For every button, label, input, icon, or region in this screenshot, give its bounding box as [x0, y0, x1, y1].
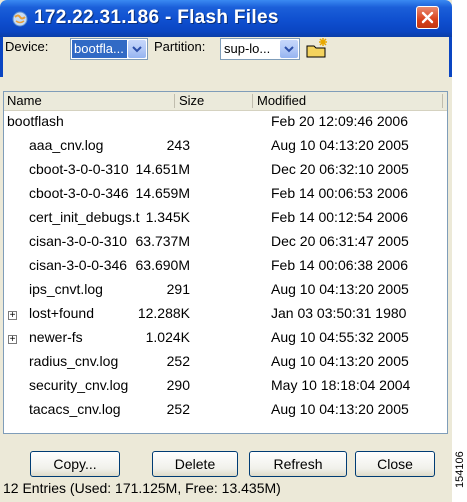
window-title: 172.22.31.186 - Flash Files [34, 7, 279, 28]
list-item[interactable]: security_cnv.log 290 May 10 18:18:04 2004 [4, 377, 447, 401]
expand-icon[interactable]: + [8, 311, 17, 321]
file-name: aaa_cnv.log [29, 137, 104, 153]
partition-dropdown-button[interactable] [280, 40, 298, 58]
device-label: Device: [5, 39, 49, 54]
column-header-size[interactable]: Size [179, 93, 204, 108]
partition-select-value: sup-lo... [222, 40, 279, 58]
close-button[interactable]: Close [355, 451, 435, 477]
column-header-modified[interactable]: Modified [257, 93, 306, 108]
file-name: cert_init_debugs.t [29, 209, 140, 225]
file-size: 12.288K [137, 305, 190, 321]
list-item[interactable]: cisan-3-0-0-346 63.690M Feb 14 00:06:38 20… [4, 257, 447, 281]
file-size: 252 [166, 353, 190, 369]
root-name: bootflash [7, 113, 64, 129]
list-item[interactable]: cert_init_debugs.t 1.345K Feb 14 00:12:54 … [4, 209, 447, 233]
file-name: radius_cnv.log [29, 353, 119, 369]
file-modified: Feb 14 00:06:53 2006 [271, 185, 409, 201]
file-name: ips_cnvt.log [29, 281, 103, 297]
file-name: cisan-3-0-0-346 [29, 257, 128, 273]
file-modified: May 10 18:18:04 2004 [271, 377, 411, 393]
file-modified: Feb 14 00:12:54 2006 [271, 209, 409, 225]
title-bar[interactable]: 172.22.31.186 - Flash Files [0, 0, 452, 37]
file-name: tacacs_cnv.log [29, 401, 121, 417]
file-size: 63.737M [135, 233, 190, 249]
chevron-down-icon [132, 46, 142, 53]
column-header-name[interactable]: Name [7, 93, 42, 108]
delete-button[interactable]: Delete [152, 451, 238, 477]
list-item[interactable]: cboot-3-0-0-346 14.659M Feb 14 00:06:53 20… [4, 185, 447, 209]
file-modified: Dec 20 06:31:47 2005 [271, 233, 409, 249]
list-item[interactable]: radius_cnv.log 252 Aug 10 04:13:20 2005 [4, 353, 447, 377]
new-folder-icon[interactable] [305, 37, 331, 59]
file-modified: Aug 10 04:13:20 2005 [271, 281, 409, 297]
file-name: cboot-3-0-0-310 [29, 161, 129, 177]
file-size: 1.024K [145, 329, 190, 345]
file-modified: Dec 20 06:32:10 2005 [271, 161, 409, 177]
file-name: lost+found [29, 305, 94, 321]
list-item[interactable]: ips_cnvt.log 291 Aug 10 04:13:20 2005 [4, 281, 447, 305]
flash-files-window: 172.22.31.186 - Flash Files Device: boot… [0, 0, 452, 502]
partition-select[interactable]: sup-lo... [220, 38, 300, 60]
list-item[interactable]: aaa_cnv.log 243 Aug 10 04:13:20 2005 [4, 137, 447, 161]
file-size: 243 [166, 137, 190, 153]
device-dropdown-button[interactable] [128, 40, 146, 58]
file-name: security_cnv.log [29, 377, 129, 393]
figure-id: 154106 [454, 451, 466, 488]
file-size: 1.345K [145, 209, 190, 225]
file-modified: Jan 03 03:50:31 1980 [271, 305, 407, 321]
chevron-down-icon [284, 46, 294, 53]
list-item[interactable]: + lost+found 12.288K Jan 03 03:50:31 1980 [4, 305, 447, 329]
expand-icon[interactable]: + [8, 335, 17, 345]
file-name: cboot-3-0-0-346 [29, 185, 129, 201]
toolbar: Device: bootfla... Partition: sup-lo... [0, 37, 452, 77]
list-item[interactable]: cboot-3-0-0-310 14.651M Dec 20 06:32:10 20… [4, 161, 447, 185]
file-modified: Aug 10 04:55:32 2005 [271, 329, 409, 345]
file-size: 290 [166, 377, 190, 393]
device-select-value: bootfla... [72, 40, 127, 58]
file-modified: Aug 10 04:13:20 2005 [271, 353, 409, 369]
root-modified: Feb 20 12:09:46 2006 [271, 113, 409, 129]
partition-label: Partition: [154, 39, 206, 54]
globe-icon [12, 11, 28, 27]
file-name: cisan-3-0-0-310 [29, 233, 128, 249]
root-row[interactable]: bootflash Feb 20 12:09:46 2006 [4, 113, 447, 137]
close-icon [421, 11, 434, 24]
file-modified: Aug 10 04:13:20 2005 [271, 137, 409, 153]
copy-button[interactable]: Copy... [30, 451, 120, 477]
column-divider[interactable] [252, 94, 253, 108]
file-modified: Feb 14 00:06:38 2006 [271, 257, 409, 273]
list-header: Name Size Modified [4, 92, 447, 111]
file-modified: Aug 10 04:13:20 2005 [271, 401, 409, 417]
file-size: 291 [166, 281, 190, 297]
file-size: 14.651M [135, 161, 190, 177]
refresh-button[interactable]: Refresh [249, 451, 347, 477]
list-item[interactable]: + newer-fs 1.024K Aug 10 04:55:32 2005 [4, 329, 447, 353]
device-select[interactable]: bootfla... [70, 38, 148, 60]
file-size: 252 [166, 401, 190, 417]
status-text: 12 Entries (Used: 171.125M, Free: 13.435… [3, 480, 281, 496]
file-list[interactable]: Name Size Modified bootflash Feb 20 12:0… [3, 91, 448, 434]
column-divider[interactable] [442, 94, 443, 108]
file-size: 63.690M [135, 257, 190, 273]
column-divider[interactable] [174, 94, 175, 108]
file-name: newer-fs [29, 329, 83, 345]
window-close-button[interactable] [416, 6, 439, 29]
list-item[interactable]: cisan-3-0-0-310 63.737M Dec 20 06:31:47 20… [4, 233, 447, 257]
file-size: 14.659M [135, 185, 190, 201]
list-item[interactable]: tacacs_cnv.log 252 Aug 10 04:13:20 2005 [4, 401, 447, 425]
